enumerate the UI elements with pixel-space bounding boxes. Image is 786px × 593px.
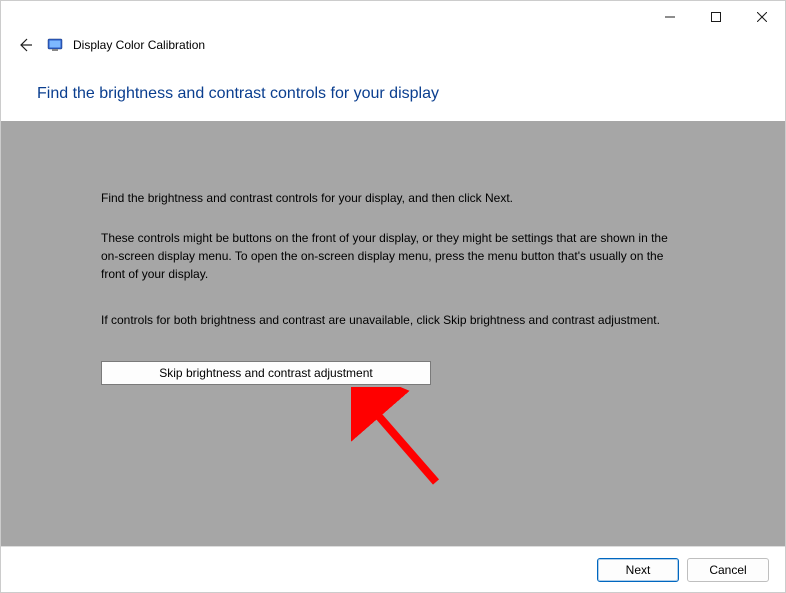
close-button[interactable]	[739, 3, 785, 31]
maximize-button[interactable]	[693, 3, 739, 31]
app-title: Display Color Calibration	[73, 38, 205, 52]
next-button[interactable]: Next	[597, 558, 679, 582]
instruction-text-2: These controls might be buttons on the f…	[101, 229, 685, 283]
footer: Next Cancel	[1, 546, 785, 592]
header: Display Color Calibration	[1, 31, 785, 67]
page-title: Find the brightness and contrast control…	[1, 67, 785, 121]
monitor-icon	[47, 37, 63, 53]
instruction-text-3: If controls for both brightness and cont…	[101, 311, 685, 329]
cancel-button[interactable]: Cancel	[687, 558, 769, 582]
minimize-button[interactable]	[647, 3, 693, 31]
window-titlebar	[1, 1, 785, 31]
back-button[interactable]	[13, 33, 37, 57]
skip-brightness-contrast-button[interactable]: Skip brightness and contrast adjustment	[101, 361, 431, 385]
content-area: Find the brightness and contrast control…	[1, 121, 785, 547]
instruction-text-1: Find the brightness and contrast control…	[101, 189, 685, 207]
